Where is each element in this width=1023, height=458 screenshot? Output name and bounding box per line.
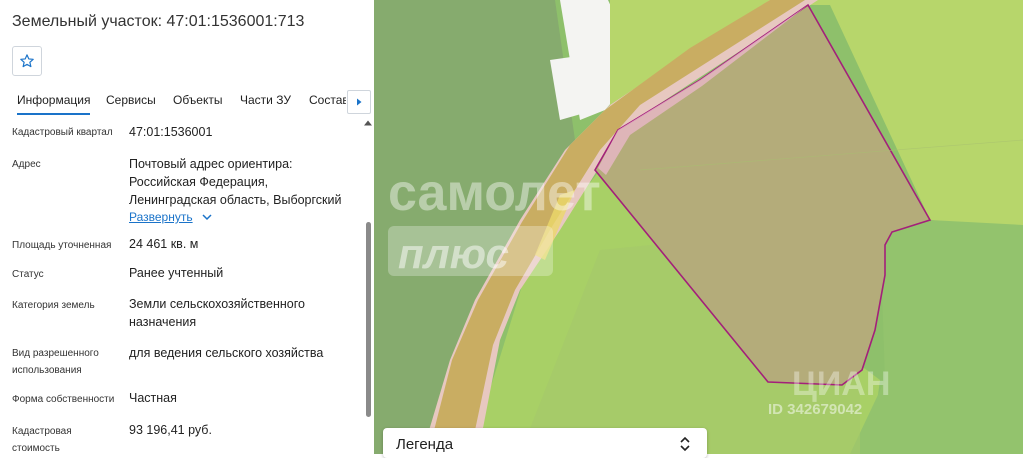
chevron-down-icon <box>202 214 212 221</box>
area-value: 24 461 кв. м <box>129 237 199 251</box>
cadastral-value-value: 93 196,41 руб. <box>129 423 212 437</box>
tab-bar: Информация Сервисы Объекты Части ЗУ Сост… <box>0 92 346 118</box>
category-value: Земли сельскохозяйственного <box>129 297 305 311</box>
category-value: назначения <box>129 315 197 329</box>
tab-scroll-right-button[interactable] <box>347 90 371 114</box>
address-expand-link[interactable]: Развернуть <box>129 208 212 226</box>
tab-objects[interactable]: Объекты <box>173 93 223 113</box>
ownership-value: Частная <box>129 391 177 405</box>
permitted-use-label: использования <box>12 365 82 376</box>
address-line: Ленинградская область, Выборгский <box>129 193 342 207</box>
tab-info[interactable]: Информация <box>17 93 91 115</box>
address-label: Адрес <box>12 159 41 170</box>
category-label: Категория земель <box>12 300 95 311</box>
tab-services[interactable]: Сервисы <box>106 93 156 113</box>
info-panel: Земельный участок: 47:01:1536001:713 Инф… <box>0 0 374 454</box>
info-list: Кадастровый квартал 47:01:1536001 Адрес … <box>0 118 364 454</box>
permitted-use-label: Вид разрешенного <box>12 348 99 359</box>
cadastral-quarter-label: Кадастровый квартал <box>12 127 113 138</box>
favorite-button[interactable] <box>12 46 42 76</box>
tab-parts[interactable]: Части ЗУ <box>240 93 291 113</box>
map-view[interactable]: самолет плюс ЦИАН ID 342679042 <box>374 0 1023 454</box>
legend-label: Легенда <box>396 436 454 453</box>
cadastral-quarter-value: 47:01:1536001 <box>129 125 213 139</box>
ownership-label: Форма собственности <box>12 394 115 405</box>
cadastral-value-label: стоимость <box>12 443 60 454</box>
cian-watermark: ЦИАН <box>792 365 890 403</box>
tab-composition[interactable]: Состав <box>309 93 346 113</box>
status-label: Статус <box>12 269 44 280</box>
cadastral-map: самолет плюс ЦИАН ID 342679042 <box>374 0 1023 454</box>
address-line: Почтовый адрес ориентира: <box>129 157 293 171</box>
star-icon <box>20 54 34 68</box>
expand-link-label: Развернуть <box>129 210 193 224</box>
cian-id: ID 342679042 <box>768 401 862 418</box>
page-title: Земельный участок: 47:01:1536001:713 <box>12 13 305 30</box>
watermark-plus: плюс <box>398 230 509 277</box>
chevron-up-down-icon <box>680 436 690 452</box>
cadastral-value-label: Кадастровая <box>12 426 72 437</box>
scrollbar-thumb[interactable] <box>366 222 371 417</box>
watermark-samolet: самолет <box>388 164 601 222</box>
area-label: Площадь уточненная <box>12 240 112 251</box>
status-value: Ранее учтенный <box>129 266 224 280</box>
chevron-right-icon <box>357 98 362 106</box>
scroll-up-icon <box>364 120 372 126</box>
address-line: Российская Федерация, <box>129 175 269 189</box>
permitted-use-value: для ведения сельского хозяйства <box>129 346 324 360</box>
